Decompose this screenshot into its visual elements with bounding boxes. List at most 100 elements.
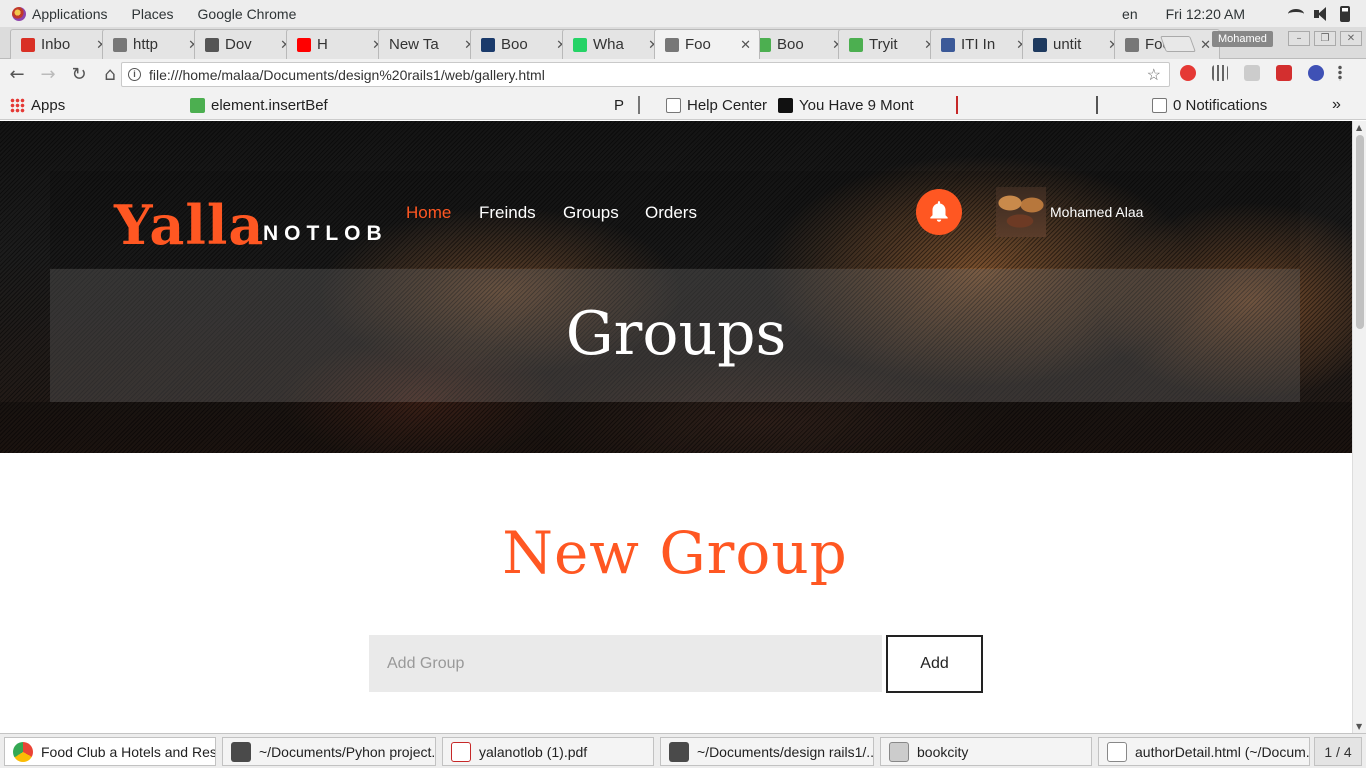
bookmark-b-icon — [481, 37, 495, 52]
browser-tab[interactable]: Foo ✕ — [654, 29, 760, 59]
minimize-icon[interactable]: – — [1288, 31, 1310, 46]
forward-icon[interactable]: → — [34, 61, 62, 89]
nav-friends[interactable]: Freinds — [479, 203, 536, 223]
browser-tab[interactable]: New Ta✕ — [378, 29, 484, 59]
tab-strip: Inbo✕http✕Dov✕H✕New Ta✕Boo✕Wha✕Foo✕Boo✕T… — [0, 27, 1366, 59]
page-icon — [1125, 37, 1139, 52]
bookmark-star-icon[interactable]: ☆ — [1147, 65, 1161, 85]
tab-label: Foo — [685, 36, 711, 53]
chat-extension-icon[interactable] — [1244, 65, 1260, 81]
wifi-icon[interactable] — [1288, 8, 1304, 19]
taskbar-window-sublime-design[interactable]: ~/Documents/design rails1/... — [660, 737, 874, 766]
taskbar-window-bookcity[interactable]: bookcity — [880, 737, 1092, 766]
page-icon[interactable] — [638, 96, 640, 114]
applications-label: Applications — [32, 5, 108, 22]
language-indicator[interactable]: en — [1122, 6, 1138, 22]
taskbar-window-chrome[interactable]: Food Club a Hotels and Res... — [4, 737, 216, 766]
maximize-icon[interactable]: ❐ — [1314, 31, 1336, 46]
places-menu[interactable]: Places — [120, 0, 186, 27]
bookmark-element-insertbefore[interactable]: element.insertBef — [190, 96, 328, 114]
active-app-menu[interactable]: Google Chrome — [186, 0, 309, 27]
user-name[interactable]: Mohamed Alaa — [1050, 204, 1143, 220]
whatsapp-icon — [573, 37, 587, 52]
scroll-down-icon[interactable]: ▼ — [1356, 722, 1362, 731]
reload-icon[interactable]: ↻ — [65, 61, 93, 89]
taskbar-window-gedit[interactable]: authorDetail.html (~/Docum... — [1098, 737, 1310, 766]
workspace-indicator[interactable]: 1 / 4 — [1314, 737, 1362, 766]
cs-icon[interactable] — [956, 96, 958, 114]
hero-bottom-band — [0, 402, 1352, 453]
w3-icon — [849, 37, 863, 52]
browser-tab[interactable]: Boo✕ — [470, 29, 576, 59]
bookmark-p[interactable]: P — [614, 96, 624, 114]
bookmark-apps[interactable]: Apps — [10, 96, 65, 114]
facebook-icon — [941, 37, 955, 52]
media-extension-icon[interactable] — [1276, 65, 1292, 81]
info-icon[interactable]: i — [128, 68, 141, 81]
notification-bell-button[interactable] — [916, 189, 962, 235]
opera-extension-icon[interactable] — [1180, 65, 1196, 81]
sublime-icon — [669, 741, 689, 762]
applications-menu[interactable]: Applications — [0, 0, 120, 27]
browser-tab[interactable]: ITI In✕ — [930, 29, 1036, 59]
tab-label: H — [317, 36, 328, 53]
bookmarks-overflow-icon[interactable]: » — [1332, 96, 1341, 114]
page-scrollbar[interactable]: ▲ ▼ — [1352, 121, 1366, 733]
logo-main[interactable]: Yalla — [114, 193, 264, 257]
volume-icon[interactable] — [1314, 6, 1330, 21]
browser-tab[interactable]: Dov✕ — [194, 29, 300, 59]
bookmark-help-center[interactable]: Help Center — [666, 96, 767, 114]
tab-label: Boo — [777, 36, 804, 53]
profile-button[interactable]: Mohamed — [1212, 31, 1273, 47]
add-group-input[interactable] — [369, 635, 882, 692]
sublime-icon — [231, 741, 251, 762]
equalizer-extension-icon[interactable] — [1212, 65, 1228, 81]
apps-grid-icon — [10, 97, 25, 113]
nav-home[interactable]: Home — [406, 203, 451, 223]
address-bar[interactable]: i file:///home/malaa/Documents/design%20… — [121, 62, 1170, 87]
back-icon[interactable]: ← — [3, 61, 31, 89]
browser-tab[interactable]: Tryit✕ — [838, 29, 944, 59]
browser-tab[interactable]: Boo✕ — [746, 29, 852, 59]
taskbar-window-sublime-python[interactable]: ~/Documents/Pyhon project... — [222, 737, 436, 766]
scroll-thumb[interactable] — [1356, 135, 1364, 329]
t-icon[interactable] — [1096, 96, 1098, 114]
gnome-foot-icon — [12, 6, 26, 21]
nav-orders[interactable]: Orders — [645, 203, 697, 223]
bookmark-you-have-9-months[interactable]: You Have 9 Mont — [778, 96, 914, 114]
scroll-up-icon[interactable]: ▲ — [1356, 123, 1362, 132]
tab-close-icon[interactable]: ✕ — [740, 37, 751, 53]
page-title: Groups — [565, 299, 787, 369]
browser-tab[interactable]: Inbo✕ — [10, 29, 116, 59]
clock[interactable]: Fri 12:20 AM — [1166, 6, 1245, 22]
places-label: Places — [131, 5, 174, 22]
add-group-button[interactable]: Add — [886, 635, 983, 693]
taskbar-window-pdf[interactable]: yalanotlob (1).pdf — [442, 737, 654, 766]
files-icon — [889, 741, 909, 762]
browser-tab[interactable]: untit✕ — [1022, 29, 1128, 59]
browser-tab[interactable]: Wha✕ — [562, 29, 668, 59]
page-viewport: Yalla NOTLOB Home Freinds Groups Orders … — [0, 121, 1352, 733]
nav-groups[interactable]: Groups — [563, 203, 619, 223]
tab-label: ITI In — [961, 36, 996, 53]
chrome-menu-icon[interactable] — [1338, 65, 1342, 81]
bookmark-notifications[interactable]: 0 Notifications — [1152, 96, 1267, 114]
tab-label: Wha — [593, 36, 624, 53]
w-extension-icon[interactable] — [1308, 65, 1324, 81]
tab-label: Inbo — [41, 36, 71, 53]
browser-tab[interactable]: http✕ — [102, 29, 208, 59]
avatar[interactable] — [996, 187, 1046, 237]
q-icon — [1033, 37, 1047, 52]
tab-label: Dov — [225, 36, 252, 53]
logo-sub[interactable]: NOTLOB — [263, 222, 388, 246]
battery-icon[interactable] — [1340, 5, 1350, 22]
browser-tab[interactable]: H✕ — [286, 29, 392, 59]
close-window-icon[interactable]: ✕ — [1340, 31, 1362, 46]
home-icon[interactable]: ⌂ — [96, 61, 124, 89]
tab-close-icon[interactable]: ✕ — [1200, 37, 1211, 53]
youtube-icon — [297, 37, 311, 52]
text-editor-icon — [1107, 741, 1127, 762]
tab-label: New Ta — [389, 36, 439, 53]
new-tab-button[interactable] — [1160, 36, 1196, 52]
page-icon — [666, 97, 681, 113]
